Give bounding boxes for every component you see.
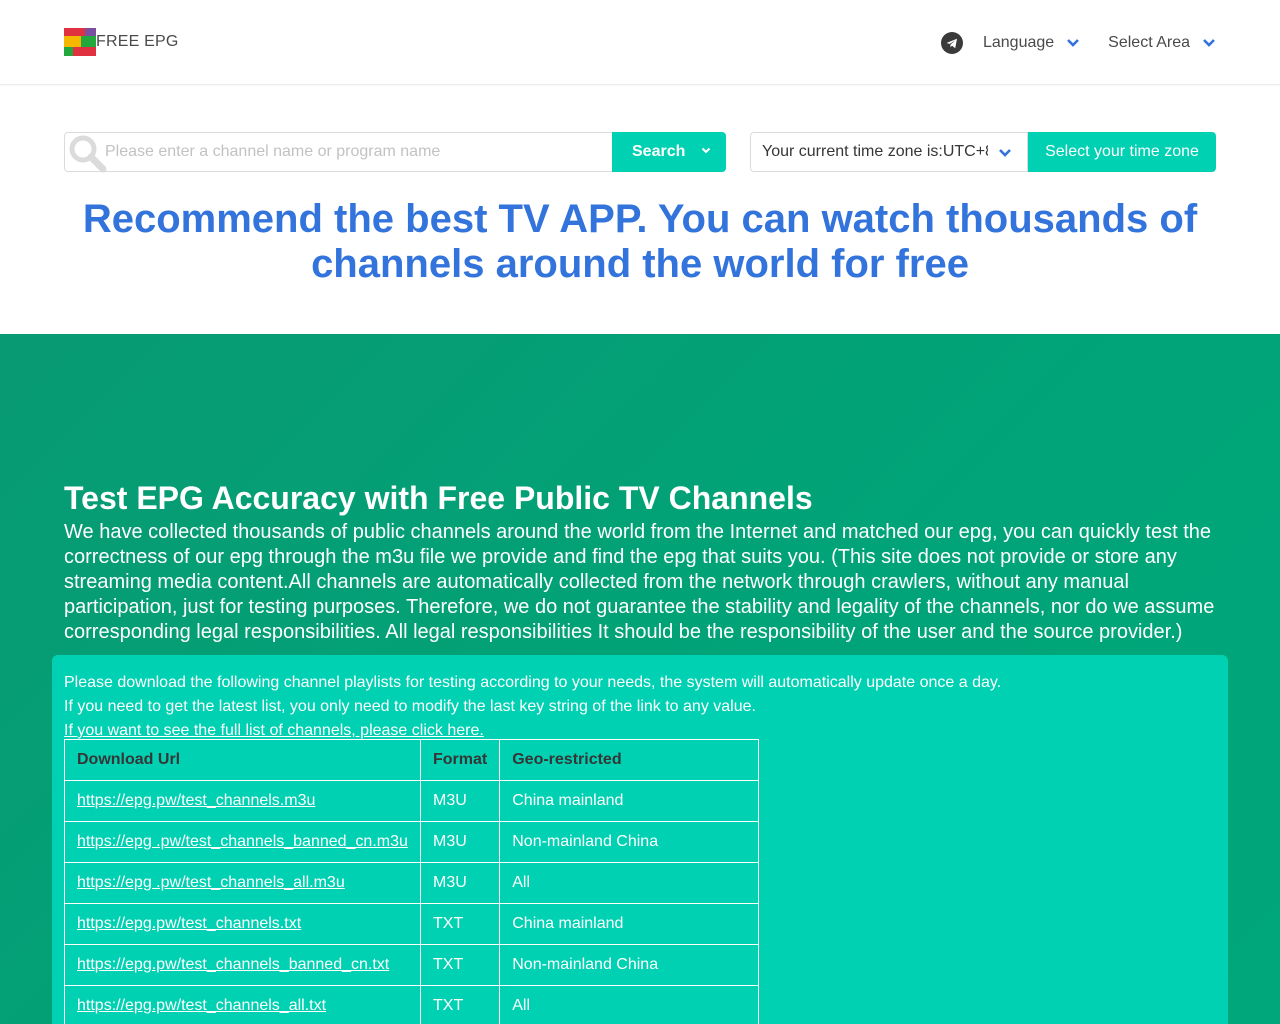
search-button[interactable]: Search xyxy=(612,132,726,172)
geo-cell: All xyxy=(499,985,760,1024)
area-dropdown[interactable]: Select Area xyxy=(1108,34,1216,52)
language-label: Language xyxy=(982,34,1055,51)
geo-cell: All xyxy=(499,862,760,904)
download-url-link[interactable]: https://epg.pw/test_channels_banned_cn.t… xyxy=(77,956,389,973)
app-recommend-headline[interactable]: Recommend the best TV APP. You can watch… xyxy=(64,197,1216,287)
table-row: https://epg.pw/test_channels_all.txt TXT… xyxy=(64,985,760,1024)
telegram-icon[interactable] xyxy=(940,32,963,54)
geo-cell: China mainland xyxy=(499,780,760,822)
search-icon xyxy=(69,135,107,173)
brand-link[interactable]: FREE EPG xyxy=(64,28,179,56)
download-notice: Please download the following channel pl… xyxy=(52,655,1228,1024)
search-input[interactable] xyxy=(105,133,605,171)
timezone-text: Your current time zone is:UTC+8 xyxy=(762,143,988,160)
geo-cell: Non-mainland China xyxy=(499,821,760,863)
table-row: https://epg.pw/test_channels.m3u M3U Chi… xyxy=(64,780,760,822)
format-cell: TXT xyxy=(419,944,501,986)
chevron-down-icon xyxy=(999,149,1011,157)
search-box xyxy=(64,132,613,173)
chevron-down-icon xyxy=(1067,39,1080,47)
chevron-down-icon xyxy=(1203,39,1215,47)
chevron-down-icon xyxy=(701,147,711,154)
geo-cell: Non-mainland China xyxy=(499,944,760,986)
download-url-link[interactable]: https://epg.pw/test_channels_all.txt xyxy=(77,997,326,1014)
table-row: https://epg.pw/test_channels.txt TXT Chi… xyxy=(64,903,760,945)
logo-icon xyxy=(64,28,96,56)
full-channel-list-link[interactable]: If you want to see the full list of chan… xyxy=(64,722,484,739)
download-url-link[interactable]: https://epg .pw/test_channels_banned_cn.… xyxy=(77,833,408,850)
hero-description: We have collected thousands of public ch… xyxy=(64,521,1215,643)
table-header: Format xyxy=(419,739,501,781)
playlist-table: Download Url Format Geo-restricted https… xyxy=(64,739,760,1024)
brand-name: FREE EPG xyxy=(96,33,179,50)
download-url-link[interactable]: https://epg.pw/test_channels.txt xyxy=(77,915,301,932)
download-url-link[interactable]: https://epg.pw/test_channels.m3u xyxy=(77,792,315,809)
table-header: Download Url xyxy=(64,739,421,781)
table-row: https://epg.pw/test_channels_banned_cn.t… xyxy=(64,944,760,986)
download-url-link[interactable]: https://epg .pw/test_channels_all.m3u xyxy=(77,874,345,891)
timezone-select[interactable]: Your current time zone is:UTC+8 xyxy=(750,132,1028,172)
table-header: Geo-restricted xyxy=(499,739,760,781)
notice-line-1: Please download the following channel pl… xyxy=(64,674,1002,691)
language-dropdown[interactable]: Language xyxy=(983,34,1080,52)
geo-cell: China mainland xyxy=(499,903,760,945)
search-button-label: Search xyxy=(632,143,686,160)
format-cell: M3U xyxy=(419,821,501,863)
nav-right: Language Select Area xyxy=(940,31,1216,55)
area-label: Select Area xyxy=(1108,34,1190,51)
table-row: https://epg .pw/test_channels_all.m3u M3… xyxy=(64,862,760,904)
format-cell: TXT xyxy=(419,985,501,1024)
hero-title: Test EPG Accuracy with Free Public TV Ch… xyxy=(64,480,813,516)
table-header-row: Download Url Format Geo-restricted xyxy=(64,739,760,781)
navbar: FREE EPG Language Select Area xyxy=(0,0,1280,85)
table-row: https://epg .pw/test_channels_banned_cn.… xyxy=(64,821,760,863)
notice-line-2: If you need to get the latest list, you … xyxy=(64,698,756,715)
format-cell: M3U xyxy=(419,862,501,904)
select-timezone-button[interactable]: Select your time zone xyxy=(1028,132,1216,172)
format-cell: TXT xyxy=(419,903,501,945)
format-cell: M3U xyxy=(419,780,501,822)
